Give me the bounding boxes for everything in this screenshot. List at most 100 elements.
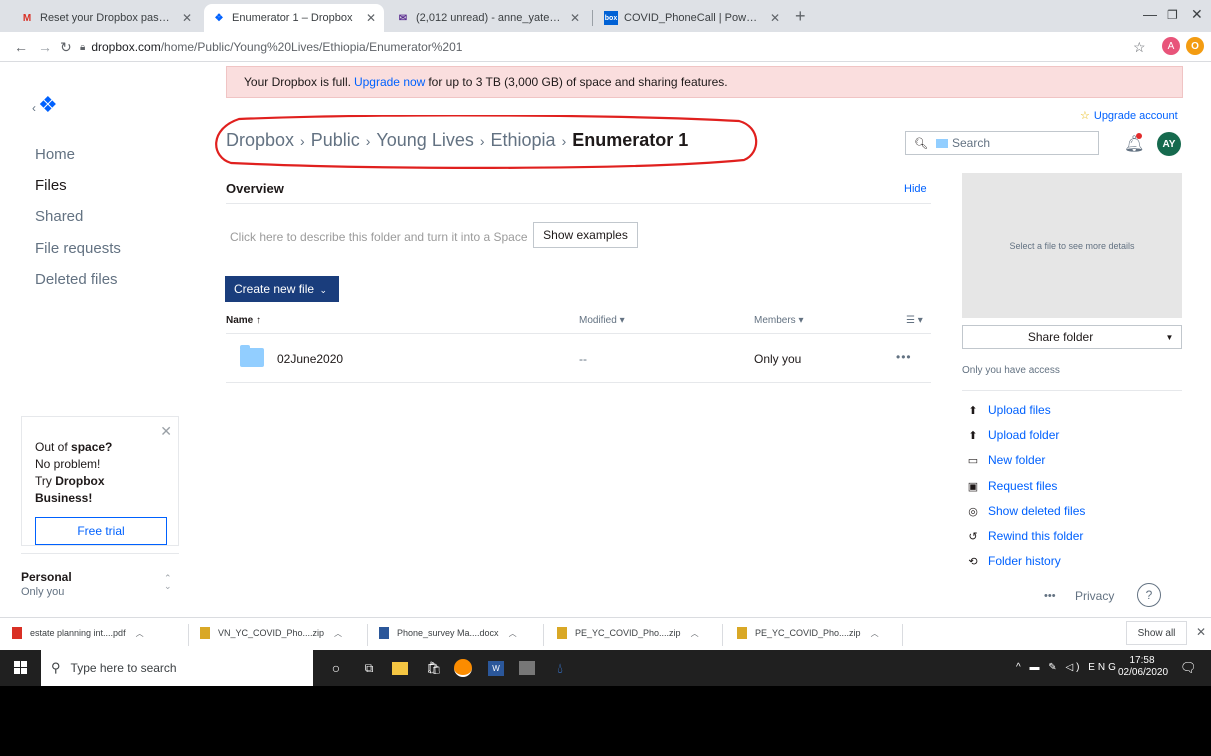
- star-icon: ☆: [1080, 110, 1090, 122]
- app-icon[interactable]: [519, 661, 535, 675]
- upload-folder-action[interactable]: ⬆ Upload folder: [966, 428, 1059, 442]
- notification-center-icon[interactable]: 🗨︎: [1180, 660, 1197, 676]
- show-all-downloads-button[interactable]: Show all: [1126, 621, 1187, 645]
- system-tray[interactable]: ^ ▬ ✎ ◁) ENG: [1016, 662, 1119, 673]
- create-new-file-button[interactable]: Create new file ⌄: [225, 276, 339, 302]
- sidebar-item-file-requests[interactable]: File requests: [35, 240, 121, 257]
- download-item[interactable]: Phone_survey Ma....docx ︿: [379, 627, 517, 639]
- chevron-up-icon[interactable]: ︿: [691, 628, 699, 639]
- download-separator: [902, 624, 903, 646]
- download-item[interactable]: PE_YC_COVID_Pho....zip ︿: [557, 627, 699, 639]
- chevron-up-icon[interactable]: ︿: [136, 628, 144, 639]
- tab-mail[interactable]: ✉ (2,012 unread) - anne_yates@ya ✕: [388, 4, 588, 32]
- upload-file-icon: ⬆: [968, 405, 978, 417]
- file-explorer-icon[interactable]: [392, 662, 408, 675]
- search-input[interactable]: 🔍︎ Search: [905, 131, 1099, 155]
- more-icon[interactable]: •••: [1044, 590, 1056, 602]
- close-icon[interactable]: ✕: [160, 423, 172, 440]
- close-icon[interactable]: ✕: [570, 11, 580, 25]
- close-icon[interactable]: ✕: [366, 11, 376, 25]
- help-button[interactable]: ?: [1137, 583, 1161, 607]
- chevron-up-icon[interactable]: ︿: [334, 628, 342, 639]
- network-icon: ▬: [1029, 662, 1043, 673]
- store-icon[interactable]: 🛍︎: [424, 658, 444, 678]
- more-options-icon[interactable]: •••: [896, 350, 912, 364]
- share-options-caret[interactable]: ▼: [1158, 325, 1182, 349]
- download-item[interactable]: VN_YC_COVID_Pho....zip ︿: [200, 627, 342, 639]
- share-folder-button[interactable]: Share folder: [962, 325, 1159, 349]
- bookmark-star-icon[interactable]: ☆: [1133, 39, 1146, 56]
- download-item[interactable]: estate planning int....pdf ︿: [12, 627, 144, 639]
- screen: M Reset your Dropbox password - ✕ ❖ Enum…: [0, 0, 1211, 686]
- chevron-down-icon: ▾: [619, 315, 625, 326]
- mail-icon: ✉: [398, 12, 408, 24]
- taskbar-search-input[interactable]: ⚲ Type here to search: [41, 650, 313, 686]
- out-of-space-promo: ✕ Out of space? No problem! Try Dropbox …: [21, 416, 179, 546]
- window-close-icon[interactable]: ✕: [1191, 6, 1203, 23]
- sidebar-item-files[interactable]: Files: [35, 177, 67, 194]
- rewind-folder-action[interactable]: ↺ Rewind this folder: [966, 529, 1083, 543]
- free-trial-button[interactable]: Free trial: [35, 517, 167, 545]
- task-view-icon[interactable]: ⧉: [359, 658, 379, 678]
- docx-icon: [379, 627, 389, 639]
- sidebar-item-home[interactable]: Home: [35, 146, 75, 163]
- account-switch-icon[interactable]: ⌃ ⌄: [164, 574, 172, 591]
- chrome-icon[interactable]: [454, 659, 472, 677]
- drop-app-icon[interactable]: 💧︎: [550, 658, 570, 678]
- chevron-up-icon[interactable]: ︿: [509, 628, 517, 639]
- column-header-members[interactable]: Members ▾: [754, 315, 804, 326]
- taskbar-clock[interactable]: 17:58 02/06/2020: [1118, 655, 1168, 679]
- new-tab-button[interactable]: +: [795, 6, 806, 27]
- reload-icon[interactable]: ↻: [60, 39, 72, 56]
- close-icon[interactable]: ✕: [182, 11, 192, 25]
- upload-files-action[interactable]: ⬆ Upload files: [966, 403, 1050, 417]
- details-preview-pane: Select a file to see more details: [962, 173, 1182, 318]
- chevron-down-icon: ⌄: [317, 285, 328, 295]
- sidebar-item-shared[interactable]: Shared: [35, 208, 83, 225]
- view-toggle-icon[interactable]: ☰ ▾: [906, 315, 923, 326]
- folder-description-prompt[interactable]: Click here to describe this folder and t…: [230, 230, 528, 244]
- new-folder-action[interactable]: ▭ New folder: [966, 453, 1046, 467]
- column-header-modified[interactable]: Modified ▾: [579, 315, 625, 326]
- browser-profile-avatar[interactable]: A: [1162, 37, 1180, 55]
- request-files-action[interactable]: ▣ Request files: [966, 479, 1058, 493]
- tab-dropbox[interactable]: ❖ Enumerator 1 – Dropbox ✕: [204, 4, 384, 32]
- windows-start-icon[interactable]: [14, 661, 28, 675]
- extension-icon[interactable]: O: [1186, 37, 1204, 55]
- back-icon[interactable]: ←: [14, 39, 28, 55]
- show-deleted-files-action[interactable]: ◎ Show deleted files: [966, 504, 1085, 518]
- chevron-up-icon[interactable]: ︿: [871, 628, 879, 639]
- storage-full-banner: Your Dropbox is full. Upgrade now for up…: [226, 66, 1183, 98]
- search-icon: 🔍︎: [914, 137, 928, 150]
- show-examples-button[interactable]: Show examples: [533, 222, 638, 248]
- overview-title: Overview: [226, 181, 284, 196]
- maximize-icon[interactable]: ❐: [1167, 8, 1178, 22]
- minimize-icon[interactable]: —: [1143, 6, 1157, 22]
- table-header-divider: [226, 333, 931, 334]
- account-sub: Only you: [21, 586, 65, 598]
- close-icon[interactable]: ✕: [770, 11, 780, 25]
- tab-gmail[interactable]: M Reset your Dropbox password - ✕: [12, 4, 200, 32]
- privacy-link[interactable]: Privacy: [1075, 589, 1114, 603]
- dropbox-logo[interactable]: ‹❖: [32, 92, 58, 118]
- file-name[interactable]: 02June2020: [277, 352, 343, 366]
- word-icon[interactable]: W: [488, 661, 504, 676]
- upgrade-account-link[interactable]: ☆ Upgrade account: [1080, 109, 1178, 122]
- tab-box[interactable]: box COVID_PhoneCall | Powered by ✕: [596, 4, 788, 32]
- hide-overview-link[interactable]: Hide: [904, 183, 927, 195]
- upgrade-now-link[interactable]: Upgrade now: [354, 75, 425, 89]
- zip-icon: [737, 627, 747, 639]
- account-name[interactable]: Personal: [21, 570, 72, 584]
- sidebar-item-deleted-files[interactable]: Deleted files: [35, 271, 118, 288]
- column-header-name[interactable]: Name ↑: [226, 315, 261, 326]
- download-item[interactable]: PE_YC_COVID_Pho....zip ︿: [737, 627, 879, 639]
- tab-separator: [592, 10, 593, 26]
- access-info: Only you have access: [962, 365, 1060, 376]
- folder-history-action[interactable]: ⟲ Folder history: [966, 554, 1060, 568]
- forward-icon[interactable]: →: [38, 39, 52, 55]
- close-icon[interactable]: ✕: [1196, 625, 1206, 639]
- cortana-icon[interactable]: ○: [326, 658, 346, 678]
- avatar[interactable]: AY: [1157, 132, 1181, 156]
- browser-tab-bar: M Reset your Dropbox password - ✕ ❖ Enum…: [0, 0, 1211, 32]
- url-field[interactable]: 🔒︎ dropbox.com/home/Public/Young%20Lives…: [80, 37, 1100, 57]
